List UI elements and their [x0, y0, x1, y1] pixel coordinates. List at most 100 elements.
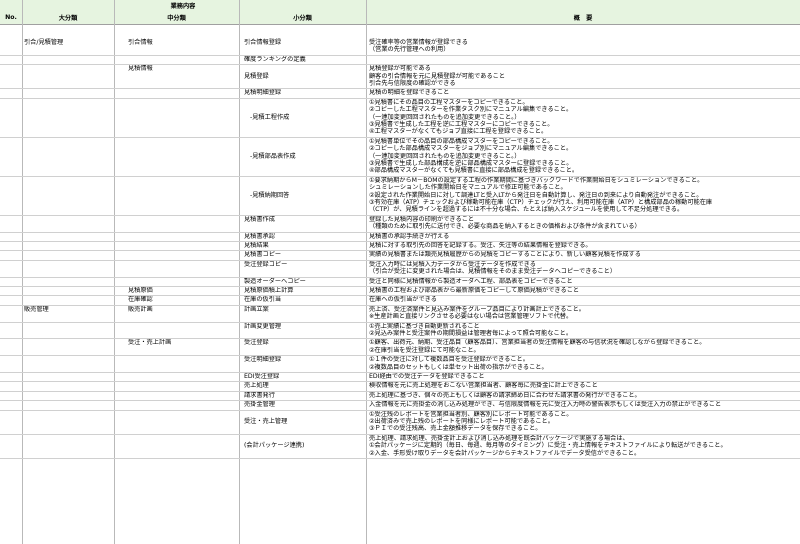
overview-cell[interactable]: 受注と同様に見積情報から製造オーダへ工程、部品表をコピーできること: [369, 278, 573, 285]
minor-category-cell[interactable]: 見積書作成: [244, 216, 275, 223]
major-category-cell[interactable]: 引合/見積管理: [24, 39, 63, 46]
overview-cell[interactable]: 売上処理に基づき、個々の売上もしくは顧客の請求締め日に合わせた請求書の発行ができ…: [369, 392, 641, 399]
minor-category-cell[interactable]: -見積工程作成: [250, 114, 289, 121]
overview-cell[interactable]: 見積の明細を登録できること: [369, 89, 449, 96]
row-border: [0, 355, 800, 357]
header-overview[interactable]: 概 要: [366, 10, 800, 24]
overview-line: ①１件の受注に対して複数品目を受注登録ができること。: [369, 356, 529, 364]
overview-line: （一連加変更回回されたものを追加変更できること。）: [369, 113, 521, 121]
minor-category-cell[interactable]: 受注登録: [244, 339, 269, 346]
middle-category-cell[interactable]: 在庫確認: [128, 296, 153, 303]
overview-cell[interactable]: ①顧客、出荷元、納期、受注品目（顧客品目）、営業担当者の受注情報を顧客の与信状況…: [369, 339, 705, 354]
overview-cell[interactable]: 売上済、受注済案件と見込み案件をグループ品目により計画計上できること。 ※生産計画…: [369, 306, 585, 321]
overview-line: 見積書の工程および部品表から最新原価をコピーして原価見積ができること: [369, 287, 580, 294]
minor-category-cell[interactable]: 受注・売上管理: [244, 418, 287, 425]
row-border: [0, 400, 800, 402]
header-major[interactable]: 大分類: [22, 10, 114, 24]
overview-line: ④工程マスターがなくてもジョブ直接に工程を登録できること。: [369, 128, 548, 136]
minor-category-cell[interactable]: 確度ランキングの定義: [244, 56, 306, 63]
header-no[interactable]: No.: [0, 10, 22, 24]
overview-cell[interactable]: 検収情報を元に売上処理をおこない営業担当者、顧客毎に売掛金に計上できること: [369, 382, 598, 389]
minor-category-cell[interactable]: 見積書コピー: [244, 251, 281, 258]
minor-category-cell[interactable]: 見積原価積上計算: [244, 287, 294, 294]
overview-cell[interactable]: ①売上実績に基づき自動更新されること ②見込み案件と受注案件の期間損益は管理者毎に…: [369, 323, 572, 338]
overview-cell[interactable]: ①受注残のレポートを営業担当者別、顧客別にレポート可能であること。 ②出荷済みで売…: [369, 411, 572, 433]
overview-line: ④部品構成マスターがなくても見積書に直接に部品構成を登録できること。: [369, 167, 579, 175]
overview-line: ②コピーした工程マスターを作業タスク別にマニュアル編集できること。: [369, 106, 573, 114]
overview-line: ①会計パッケージに定期的（毎日、毎週、毎月等のタイミング）に受注・売上情報をテキ…: [369, 442, 727, 450]
overview-cell[interactable]: 受注確率等の営業情報が登録できる （営業の先行管理への利用）: [369, 39, 468, 54]
overview-cell[interactable]: 見積登録が可能である 顧客の引合情報を元に見積登録が可能であること 引合先与信限度の…: [369, 65, 505, 87]
middle-category-cell[interactable]: 引合情報: [128, 39, 153, 46]
overview-cell[interactable]: 在庫への仮引当ができる: [369, 296, 437, 303]
overview-line: ②見込み案件と受注案件の期間損益は管理者毎によって照合可能なこと。: [369, 330, 573, 337]
minor-category-cell[interactable]: EDI受注登録: [244, 373, 279, 380]
minor-category-cell[interactable]: 見積明細登録: [244, 89, 281, 96]
overview-line: 見積登録が可能である: [369, 65, 431, 73]
row-border: [0, 276, 800, 278]
overview-line: ※生産計画と直接リンクさせる必要はない場合は営業管理ソフトで代替。: [369, 313, 573, 321]
minor-category-cell[interactable]: 見積書承認: [244, 233, 275, 240]
overview-cell[interactable]: 見積書の承認手続きが行える: [369, 233, 449, 240]
row-border: [0, 250, 800, 252]
overview-cell[interactable]: 売上処理、請求処理、売掛金計上および消し込み処理を既会計パッケージで実施する場合…: [369, 435, 727, 457]
header-minor[interactable]: 小分類: [239, 10, 366, 24]
minor-category-cell[interactable]: 売掛金管理: [244, 401, 275, 408]
minor-category-cell[interactable]: 見積登録: [244, 73, 269, 80]
minor-category-cell[interactable]: -見積納期回答: [250, 192, 289, 199]
row-border: [0, 231, 800, 233]
minor-category-cell[interactable]: 製造オーダーへコピー: [244, 278, 306, 285]
overview-cell[interactable]: ①見積書単位でその品目の部品構成マスターをコピーできること。 ②コピーした部品構成…: [369, 138, 578, 175]
header-group-row: 業務内容: [0, 0, 800, 10]
overview-cell[interactable]: ①要求納期からM－BOMの設定する工程の作業期間に基づきバックワードで作業開始日…: [369, 177, 712, 214]
overview-line: ②入金、手形受け取りデータを会計パッケージからテキストファイルでデータ受信ができ…: [369, 449, 641, 457]
header-middle[interactable]: 中分類: [114, 10, 239, 24]
row-border: [0, 458, 800, 459]
row-border: [0, 136, 800, 138]
minor-category-cell[interactable]: 請求書発行: [244, 392, 275, 399]
column-divider: [22, 0, 23, 544]
overview-line: シュミレーションした作業開始日をマニュアルで修正可能であること。: [369, 184, 567, 192]
row-border: [0, 214, 800, 216]
minor-category-cell[interactable]: 計画立案: [244, 306, 269, 313]
overview-line: EDI経由での受注データを登録できること: [369, 373, 485, 380]
overview-line: 検収情報を元に売上処理をおこない営業担当者、顧客毎に売掛金に計上できること: [369, 382, 598, 390]
overview-cell[interactable]: 実績の見積書または類売見積履歴からの見積をコピーすることにより、新しい顧客見積を…: [369, 251, 641, 258]
overview-line: 引合先与信限度の確認ができる: [369, 80, 456, 87]
overview-line: ①売上実績に基づき自動更新されること: [369, 322, 480, 330]
minor-category-cell[interactable]: 引合情報登録: [244, 39, 281, 46]
overview-cell[interactable]: 見積書の工程および部品表から最新原価をコピーして原価見積ができること: [369, 287, 579, 294]
minor-category-cell[interactable]: 受注明細登録: [244, 356, 281, 363]
middle-category-cell[interactable]: 販売計画: [128, 306, 153, 313]
column-divider: [114, 0, 115, 544]
overview-cell[interactable]: 受注入力時には見積入力データから受注データを作成できる （引合が受注に変更された場…: [369, 261, 616, 276]
middle-category-cell[interactable]: 見積原価: [128, 287, 153, 294]
minor-category-cell[interactable]: -見積部品表作成: [250, 153, 296, 160]
minor-category-cell[interactable]: 見積結果: [244, 242, 269, 249]
row-border: [0, 54, 800, 56]
minor-category-cell[interactable]: 計画変更管理: [244, 323, 281, 330]
row-border: [0, 321, 800, 323]
overview-cell[interactable]: EDI経由での受注データを登録できること: [369, 373, 485, 380]
overview-line: （一連加変更回回されたものを追加変更できること。）: [369, 152, 521, 160]
minor-category-cell[interactable]: 売上処理: [244, 382, 269, 389]
row-border: [0, 381, 800, 383]
overview-cell[interactable]: 見積に対する取引先の回答を記録する。受注、失注等の結果情報を登録できる。: [369, 242, 592, 249]
middle-category-cell[interactable]: 受注・売上計画: [128, 339, 171, 346]
row-border: [0, 88, 800, 90]
overview-cell[interactable]: ①１件の受注に対して複数品目を受注登録ができること。 ②複数品目のセットもしくは単…: [369, 356, 548, 371]
overview-cell[interactable]: ①見積書にその品目の工程マスターをコピーできること。 ②コピーした工程マスターを作…: [369, 99, 572, 136]
middle-category-cell[interactable]: 見積情報: [128, 65, 153, 72]
minor-category-cell[interactable]: (会計パッケージ連携): [244, 442, 304, 449]
minor-category-cell[interactable]: 受注登録コピー: [244, 261, 287, 268]
major-category-cell[interactable]: 販売管理: [24, 306, 49, 313]
overview-line: 在庫への仮引当ができる: [369, 296, 437, 304]
overview-line: （引合が受注に変更された場合は、見積情報をそのまま受注データへコピーできること）: [369, 268, 617, 276]
row-border: [0, 295, 800, 297]
header-group-label: 業務内容: [170, 2, 196, 10]
minor-category-cell[interactable]: 在庫の仮引当: [244, 296, 281, 303]
overview-cell[interactable]: 入金情報を元に売掛金の消し込み処理ができ、与信限度情報を元に受注入力時の警告表示…: [369, 401, 721, 408]
overview-cell[interactable]: 登録した見積内容の印刷ができること （種類のために取引先に送付でき、必要な商品を納…: [369, 216, 641, 231]
overview-line: 実績の見積書または類売見積履歴からの見積をコピーすることにより、新しい顧客見積を…: [369, 251, 641, 259]
overview-line: 見積に対する取引先の回答を記録する。受注、失注等の結果情報を登録できる。: [369, 242, 592, 249]
